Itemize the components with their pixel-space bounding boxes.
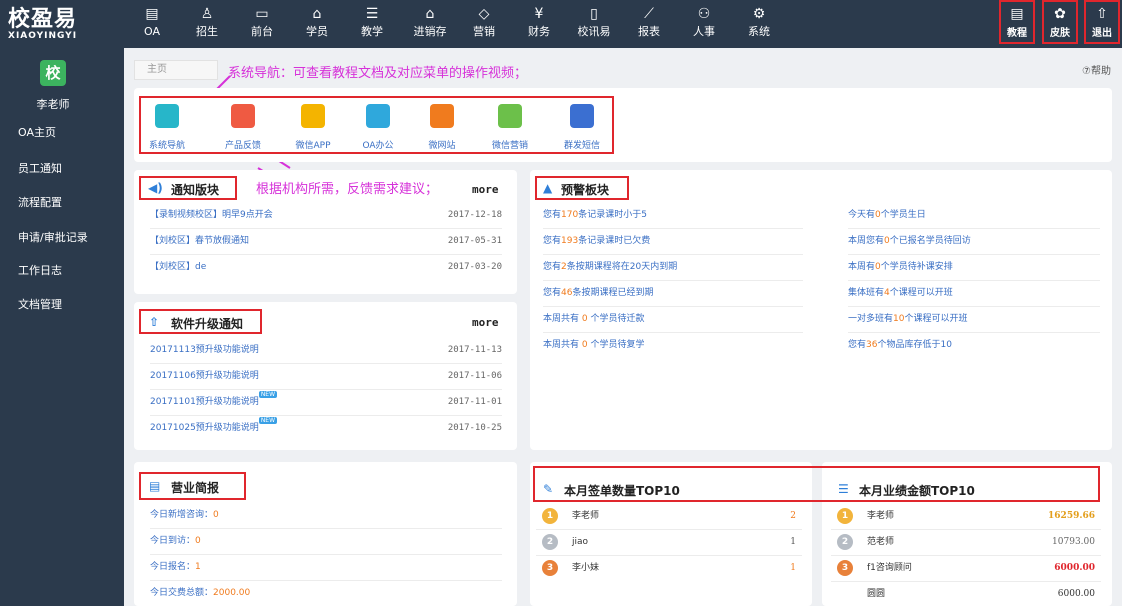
warning-item[interactable]: 本周共有 0 个学员待复学	[543, 333, 803, 359]
speaker-icon: ◀)	[148, 181, 163, 195]
ranking-row: 2 jiao 1	[536, 530, 802, 556]
brief-title: 营业简报	[171, 481, 220, 495]
grid-icon	[155, 104, 179, 128]
brief-row: 今日新增咨询：0	[150, 503, 502, 529]
upload-icon: ⇧	[149, 315, 160, 329]
upgrade-row[interactable]: 20171025预升级功能说明NEW 2017-10-25	[150, 416, 502, 442]
upgrade-row[interactable]: 20171101预升级功能说明NEW 2017-11-01	[150, 390, 502, 416]
notice-row[interactable]: 【录制视频校区】明早9点开会 2017-12-18	[150, 203, 502, 229]
ranking-row: 3 f1咨询顾问 6000.00	[831, 556, 1101, 582]
ranking-row: 1 李老师 16259.66	[831, 504, 1101, 530]
notice-more-link[interactable]: more	[472, 183, 499, 196]
ranking-row: 圆圆 6000.00	[867, 589, 1095, 599]
warning-item[interactable]: 集体班有4个课程可以开班	[848, 281, 1100, 307]
new-badge: NEW	[258, 391, 278, 398]
warning-item[interactable]: 本周您有0个已报名学员待回访	[848, 229, 1100, 255]
monitor-icon	[430, 104, 454, 128]
warning-item[interactable]: 您有2条按期课程将在20天内到期	[543, 255, 803, 281]
bronze-medal-icon: 3	[837, 560, 853, 576]
brief-row: 今日到访：0	[150, 529, 502, 555]
warning-icon: ▲	[543, 181, 553, 195]
ranking-row: 3 李小妹 1	[536, 556, 802, 582]
upgrade-title: 软件升级通知	[171, 317, 244, 331]
warning-item[interactable]: 本周有0个学员待补课安排	[848, 255, 1100, 281]
wechat-icon	[498, 104, 522, 128]
top10-title-highlight	[533, 466, 1100, 502]
upgrade-row[interactable]: 20171106预升级功能说明 2017-11-06	[150, 364, 502, 390]
warning-item[interactable]: 本周共有 0 个学员待迁款	[543, 307, 803, 333]
warning-item[interactable]: 一对多班有10个课程可以开班	[848, 307, 1100, 333]
ranking-row: 1 李老师 2	[536, 504, 802, 530]
briefcase-icon	[366, 104, 390, 128]
warning-item[interactable]: 您有46条按期课程已经到期	[543, 281, 803, 307]
upgrade-row[interactable]: 20171113预升级功能说明 2017-11-13	[150, 338, 502, 364]
mail-icon	[570, 104, 594, 128]
brief-row: 今日交费总额：2000.00	[150, 588, 251, 598]
notice-title: 通知版块	[171, 183, 220, 197]
bronze-medal-icon: 3	[542, 560, 558, 576]
silver-medal-icon: 2	[542, 534, 558, 550]
upgrade-more-link[interactable]: more	[472, 316, 499, 329]
notice-row[interactable]: 【刘校区】de 2017-03-20	[150, 255, 502, 281]
document-icon: ▤	[149, 479, 161, 493]
notice-row[interactable]: 【刘校区】春节放假通知 2017-05-31	[150, 229, 502, 255]
edit-icon	[231, 104, 255, 128]
warning-item[interactable]: 您有170条记录课时小于5	[543, 203, 803, 229]
gold-medal-icon: 1	[837, 508, 853, 524]
gold-medal-icon: 1	[542, 508, 558, 524]
warning-item[interactable]: 今天有0个学员生日	[848, 203, 1100, 229]
new-badge: NEW	[258, 417, 278, 424]
silver-medal-icon: 2	[837, 534, 853, 550]
warning-title: 预警板块	[561, 183, 610, 197]
warning-item[interactable]: 您有36个物品库存低于10	[848, 333, 1100, 359]
mobile-icon	[301, 104, 325, 128]
ranking-row: 2 范老师 10793.00	[831, 530, 1101, 556]
warning-item[interactable]: 您有193条记录课时已欠费	[543, 229, 803, 255]
annotation-feedback: 根据机构所需，反馈需求建议；	[256, 182, 439, 197]
brief-row: 今日报名：1	[150, 555, 502, 581]
